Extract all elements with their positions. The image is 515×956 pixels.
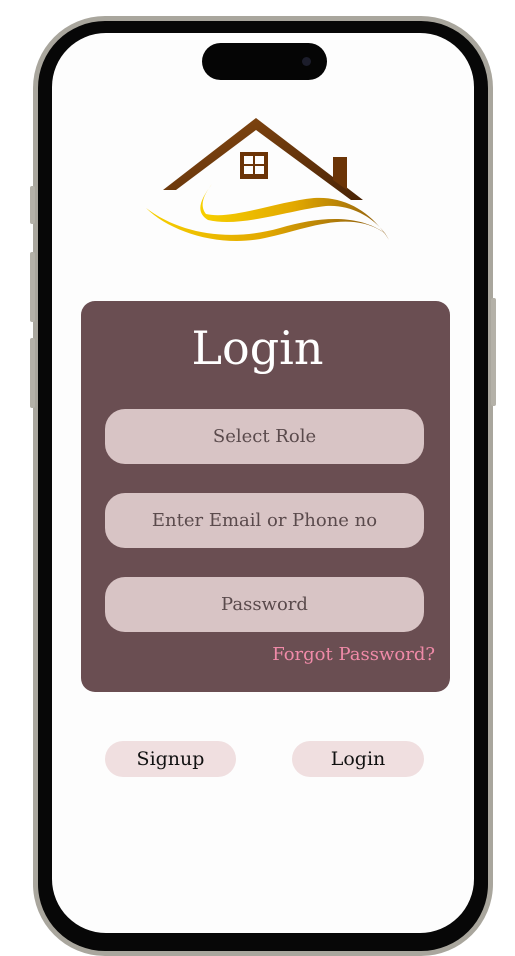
side-button-volume-up: [30, 252, 35, 322]
email-phone-input[interactable]: Enter Email or Phone no: [105, 493, 424, 548]
login-button[interactable]: Login: [292, 741, 424, 777]
dynamic-island: [202, 43, 327, 80]
signup-button[interactable]: Signup: [105, 741, 236, 777]
house-logo-icon: [146, 118, 389, 242]
login-title: Login: [191, 321, 324, 375]
select-role-dropdown[interactable]: Select Role: [105, 409, 424, 464]
password-input[interactable]: Password: [105, 577, 424, 632]
side-button-action: [30, 186, 35, 224]
forgot-password-link[interactable]: Forgot Password?: [272, 644, 435, 665]
camera-icon: [302, 57, 311, 66]
